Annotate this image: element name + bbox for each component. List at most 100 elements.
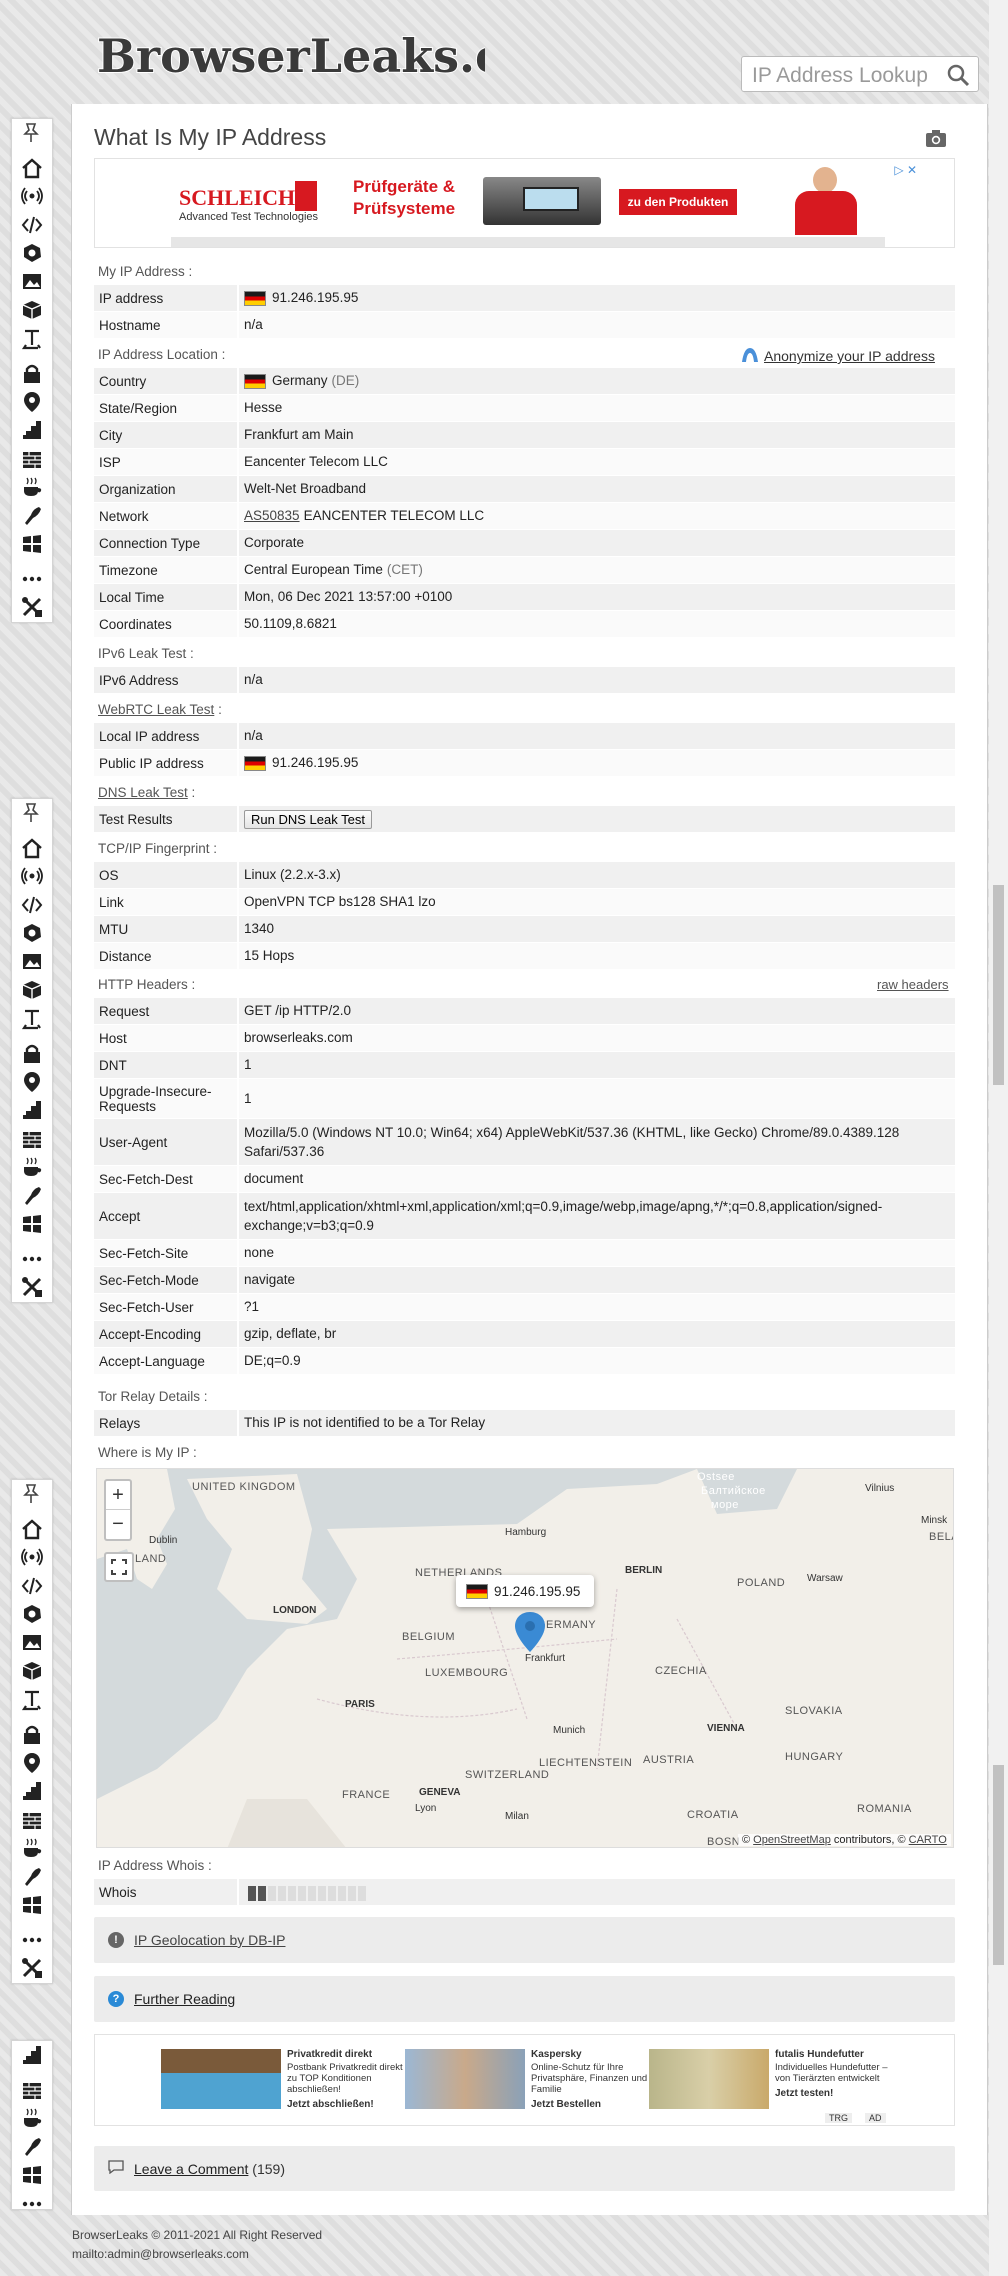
carto-link[interactable]: CARTO [909, 1834, 947, 1846]
ad-item[interactable]: Kaspersky Online-Schutz für Ihre Privatsp… [405, 2049, 649, 2113]
image-icon[interactable] [12, 1629, 52, 1658]
cube-icon[interactable] [12, 296, 52, 325]
text-icon[interactable] [12, 325, 52, 354]
anonymize-link[interactable]: Anonymize your IP address [740, 346, 935, 364]
text-icon[interactable] [12, 1686, 52, 1715]
leave-comment-link[interactable]: Leave a Comment [134, 2161, 248, 2177]
anonymize-link-text[interactable]: Anonymize your IP address [764, 348, 935, 364]
location-icon[interactable] [12, 388, 52, 417]
stairs-icon[interactable] [12, 1096, 52, 1125]
run-dns-leak-test-button[interactable]: Run DNS Leak Test [244, 809, 372, 829]
further-reading-link[interactable]: Further Reading [134, 1991, 235, 2007]
asn-link[interactable]: AS50835 [244, 506, 300, 526]
search-input[interactable]: IP Address Lookup [752, 64, 928, 88]
comments-box[interactable]: Leave a Comment (159) [94, 2146, 955, 2191]
more-icon[interactable] [12, 1926, 52, 1955]
pin-icon[interactable] [12, 119, 52, 148]
lock-icon[interactable] [12, 1720, 52, 1749]
canvas-icon[interactable] [12, 919, 52, 948]
location-icon[interactable] [12, 1068, 52, 1097]
stairs-icon[interactable] [12, 1777, 52, 1806]
webrtc-link[interactable]: WebRTC Leak Test [98, 702, 214, 717]
ad-item[interactable]: Privatkredit direkt Postbank Privatkredit… [161, 2049, 405, 2113]
dns-link[interactable]: DNS Leak Test [98, 785, 188, 800]
code-icon[interactable] [12, 211, 52, 240]
scrollbar-thumb[interactable] [993, 885, 1004, 1085]
ad-cta-button[interactable]: zu den Produkten [619, 189, 737, 215]
stairs-icon[interactable] [12, 416, 52, 445]
value-text: 15 Hops [244, 948, 295, 964]
image-icon[interactable] [12, 268, 52, 297]
scrollbar-thumb[interactable] [993, 1765, 1004, 1965]
geolocation-link[interactable]: IP Geolocation by DB-IP [134, 1932, 285, 1948]
windows-icon[interactable] [12, 1210, 52, 1239]
cube-icon[interactable] [12, 1657, 52, 1686]
lock-icon[interactable] [12, 1039, 52, 1068]
flash-icon[interactable] [12, 2133, 52, 2162]
camera-icon[interactable] [926, 130, 946, 150]
coffee-icon[interactable] [12, 1153, 52, 1182]
tools-icon[interactable] [12, 1273, 52, 1302]
lock-icon[interactable] [12, 359, 52, 388]
tools-icon[interactable] [12, 1954, 52, 1983]
image-icon[interactable] [12, 948, 52, 977]
windows-icon[interactable] [12, 530, 52, 559]
firewall-icon[interactable] [12, 445, 52, 474]
table-row: Upgrade-Insecure-Requests 1 [94, 1079, 955, 1119]
ad-choices-icon[interactable]: ▷ ✕ [894, 163, 917, 177]
ip-location-map[interactable]: UNITED KINGDOM NETHERLANDS BELGIUM LUXEMBOU… [96, 1468, 954, 1848]
more-icon[interactable] [12, 2190, 52, 2210]
pin-icon[interactable] [12, 1480, 52, 1509]
ad-banner-top[interactable]: SCHLEICH Advanced Test Technologies Prüf… [94, 158, 955, 248]
canvas-icon[interactable] [12, 239, 52, 268]
stairs-icon[interactable] [12, 2041, 52, 2070]
ad-tag-trg[interactable]: TRG [825, 2113, 852, 2123]
ad-tag-ad[interactable]: AD [865, 2113, 886, 2123]
pin-icon[interactable] [12, 799, 52, 828]
ad-cta[interactable]: Jetzt abschließen! [287, 2099, 405, 2110]
more-icon[interactable] [12, 565, 52, 594]
ad-device-image [483, 177, 601, 225]
coffee-icon[interactable] [12, 473, 52, 502]
code-icon[interactable] [12, 891, 52, 920]
windows-icon[interactable] [12, 2161, 52, 2190]
further-reading-box[interactable]: ? Further Reading [94, 1976, 955, 2022]
row-key: Sec-Fetch-Site [94, 1240, 239, 1266]
broadcast-icon[interactable] [12, 182, 52, 211]
ip-lookup-search[interactable]: IP Address Lookup [741, 56, 979, 92]
flash-icon[interactable] [12, 1182, 52, 1211]
map-pin-icon[interactable] [515, 1612, 545, 1652]
raw-headers-link[interactable]: raw headers [877, 977, 949, 992]
code-icon[interactable] [12, 1572, 52, 1601]
ad-cta[interactable]: Jetzt testen! [775, 2088, 893, 2099]
footer-mail-link[interactable]: mailto:admin@browserleaks.com [72, 2247, 249, 2261]
firewall-icon[interactable] [12, 2076, 52, 2105]
firewall-icon[interactable] [12, 1125, 52, 1154]
search-icon[interactable] [946, 63, 970, 90]
ad-cta[interactable]: Jetzt Bestellen [531, 2099, 649, 2110]
ad-banner-bottom[interactable]: Privatkredit direkt Postbank Privatkredit… [94, 2034, 955, 2126]
cube-icon[interactable] [12, 976, 52, 1005]
fullscreen-icon[interactable] [104, 1552, 134, 1582]
home-icon[interactable] [12, 834, 52, 863]
coffee-icon[interactable] [12, 1834, 52, 1863]
flash-icon[interactable] [12, 1863, 52, 1892]
broadcast-icon[interactable] [12, 862, 52, 891]
canvas-icon[interactable] [12, 1600, 52, 1629]
zoom-out-button[interactable]: − [106, 1510, 130, 1539]
home-icon[interactable] [12, 154, 52, 183]
text-icon[interactable] [12, 1005, 52, 1034]
more-icon[interactable] [12, 1245, 52, 1274]
home-icon[interactable] [12, 1515, 52, 1544]
coffee-icon[interactable] [12, 2104, 52, 2133]
tools-icon[interactable] [12, 593, 52, 622]
location-icon[interactable] [12, 1749, 52, 1778]
firewall-icon[interactable] [12, 1806, 52, 1835]
flash-icon[interactable] [12, 502, 52, 531]
windows-icon[interactable] [12, 1891, 52, 1920]
osm-link[interactable]: OpenStreetMap [753, 1834, 831, 1846]
site-logo[interactable]: BrowserLeaks.com [95, 20, 485, 88]
ad-item[interactable]: futalis Hundefutter Individuelles Hundefu… [649, 2049, 893, 2113]
broadcast-icon[interactable] [12, 1543, 52, 1572]
zoom-in-button[interactable]: + [106, 1481, 130, 1510]
